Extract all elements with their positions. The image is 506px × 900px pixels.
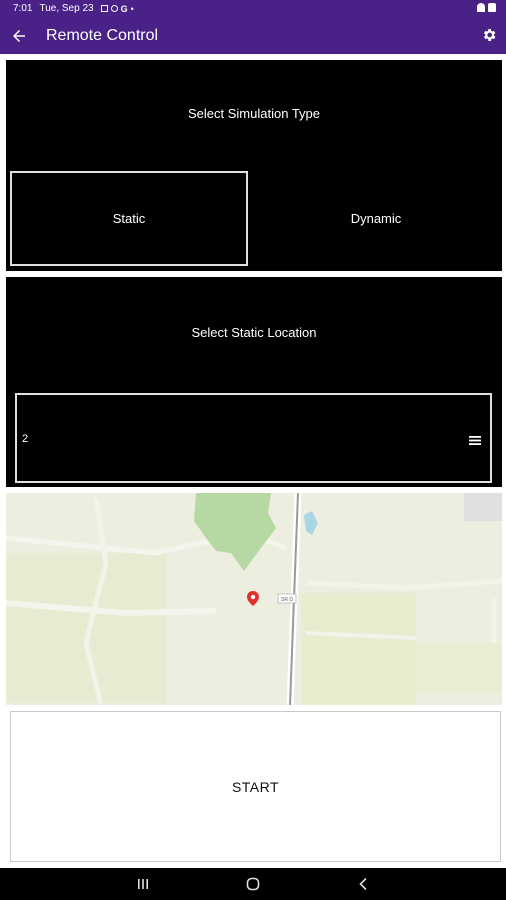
simulation-type-panel: Select Simulation Type Static Dynamic xyxy=(6,60,502,271)
static-option-button[interactable]: Static xyxy=(10,171,248,266)
start-button[interactable]: START xyxy=(10,711,501,862)
status-bar: 7:01 Tue, Sep 23 G • xyxy=(0,0,506,17)
static-option-label: Static xyxy=(112,211,146,226)
menu-icon xyxy=(469,436,481,445)
notification-icons: G • xyxy=(100,3,134,14)
system-navigation-bar xyxy=(0,868,506,900)
more-notifications-icon: • xyxy=(130,3,134,14)
map-view[interactable]: SR D xyxy=(6,493,502,705)
gear-icon[interactable] xyxy=(481,27,497,43)
dynamic-option-label: Dynamic xyxy=(350,211,402,226)
app-bar: Remote Control xyxy=(0,17,506,54)
photo-notification-icon xyxy=(100,5,108,12)
location-dropdown[interactable]: 2 xyxy=(15,393,492,483)
status-date: Tue, Sep 23 xyxy=(39,3,94,14)
cloud-notification-icon xyxy=(110,5,118,12)
static-location-heading: Select Static Location xyxy=(191,325,317,340)
battery-icon xyxy=(488,3,496,12)
system-status-icons xyxy=(477,3,496,12)
status-time: 7:01 xyxy=(13,3,33,14)
nav-back-icon[interactable] xyxy=(356,876,372,892)
static-location-panel: Select Static Location 2 xyxy=(6,277,502,487)
home-icon[interactable] xyxy=(245,876,261,892)
back-arrow-icon[interactable] xyxy=(10,27,28,45)
wifi-icon xyxy=(477,3,485,12)
simulation-type-heading: Select Simulation Type xyxy=(188,106,320,121)
google-notification-icon: G xyxy=(120,3,128,14)
map-tiles: SR D xyxy=(6,493,502,705)
location-selected-value: 2 xyxy=(22,433,29,445)
start-button-label: START xyxy=(231,778,280,795)
page-title: Remote Control xyxy=(46,26,159,44)
recents-icon[interactable] xyxy=(135,876,151,892)
road-label: SR D xyxy=(281,597,293,603)
dynamic-option-button[interactable]: Dynamic xyxy=(254,171,498,266)
